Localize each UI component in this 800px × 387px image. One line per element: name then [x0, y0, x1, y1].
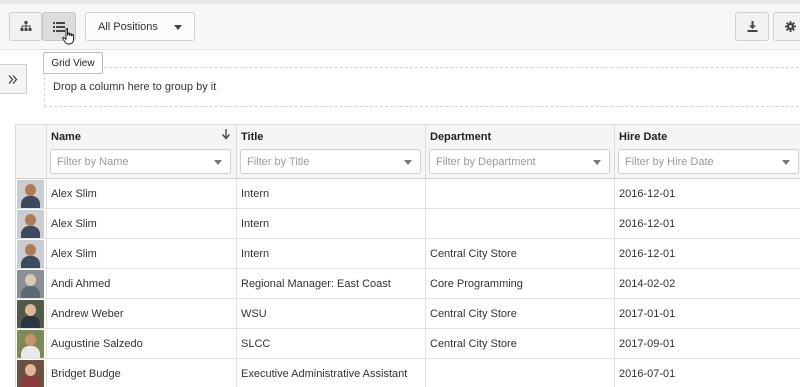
group-by-hint: Drop a column here to group by it	[53, 81, 217, 93]
caret-down-icon	[404, 160, 412, 165]
settings-button[interactable]	[773, 12, 800, 41]
cell-department: Central City Store	[425, 299, 614, 329]
column-header-name[interactable]: Name Filter by Name	[46, 125, 236, 179]
grid-view-tooltip: Grid View	[43, 52, 103, 74]
cell-title: Intern	[236, 179, 425, 209]
avatar-cell	[16, 209, 46, 239]
column-label-name: Name	[51, 131, 81, 143]
avatar	[17, 270, 44, 298]
cell-name: Alex Slim	[46, 179, 236, 209]
cell-name: Bridget Budge	[46, 359, 236, 387]
cell-hire-date: 2016-07-01	[614, 359, 800, 387]
avatar	[17, 210, 44, 238]
avatar	[17, 180, 44, 208]
expand-panel-button[interactable]	[0, 64, 27, 94]
filter-name-placeholder: Filter by Name	[57, 155, 129, 168]
cell-title: Intern	[236, 239, 425, 269]
avatar-cell	[16, 179, 46, 209]
cell-hire-date: 2017-01-01	[614, 299, 800, 329]
download-button[interactable]	[735, 12, 769, 41]
avatar	[17, 330, 44, 358]
org-chart-view-button[interactable]	[9, 12, 42, 41]
avatar-cell	[16, 269, 46, 299]
sort-descending-icon[interactable]	[222, 129, 230, 140]
cell-name: Augustine Salzedo	[46, 329, 236, 359]
table-row[interactable]: Augustine Salzedo SLCC Central City Store 2…	[16, 329, 800, 359]
cell-name: Alex Slim	[46, 239, 236, 269]
gear-icon	[784, 21, 796, 32]
filter-name-select[interactable]: Filter by Name	[50, 149, 231, 174]
column-header-title[interactable]: Title Filter by Title	[236, 125, 425, 179]
avatar-cell	[16, 299, 46, 329]
caret-down-icon	[782, 160, 790, 165]
cell-title: Executive Administrative Assistant	[236, 359, 425, 387]
table-row[interactable]: Alex Slim Intern Central City Store 2016-12…	[16, 239, 800, 269]
column-label-department: Department	[430, 131, 492, 143]
filter-department-select[interactable]: Filter by Department	[429, 149, 610, 174]
filter-hire-date-placeholder: Filter by Hire Date	[625, 155, 714, 168]
column-label-hire-date: Hire Date	[619, 131, 668, 143]
cell-department	[425, 179, 614, 209]
grid-body: Alex Slim Intern 2016-12-01 Alex Slim Intern…	[16, 179, 800, 387]
group-by-drop-zone[interactable]: Drop a column here to group by it	[44, 67, 800, 107]
table-row[interactable]: Alex Slim Intern 2016-12-01	[16, 179, 800, 209]
cell-title: SLCC	[236, 329, 425, 359]
filter-title-select[interactable]: Filter by Title	[240, 149, 421, 174]
double-chevron-right-icon	[8, 74, 18, 84]
positions-dropdown[interactable]: All Positions	[85, 12, 195, 41]
employee-grid: Name Filter by Name Title Filter by Titl…	[15, 124, 800, 387]
table-row[interactable]: Alex Slim Intern 2016-12-01	[16, 209, 800, 239]
cell-title: Intern	[236, 209, 425, 239]
cell-hire-date: 2016-12-01	[614, 179, 800, 209]
avatar	[17, 360, 44, 387]
avatar-cell	[16, 359, 46, 387]
caret-down-icon	[214, 160, 222, 165]
grid-header: Name Filter by Name Title Filter by Titl…	[16, 125, 800, 179]
sitemap-icon	[20, 21, 31, 31]
cell-title: WSU	[236, 299, 425, 329]
toolbar: All Positions	[0, 4, 800, 50]
avatar	[17, 240, 44, 268]
table-row[interactable]: Andrew Weber WSU Central City Store 2017-01…	[16, 299, 800, 329]
positions-dropdown-value: All Positions	[98, 20, 158, 33]
filter-hire-date-select[interactable]: Filter by Hire Date	[618, 149, 799, 174]
column-header-department[interactable]: Department Filter by Department	[425, 125, 614, 179]
filter-title-placeholder: Filter by Title	[247, 155, 310, 168]
column-label-title: Title	[241, 131, 264, 143]
cell-department: Central City Store	[425, 239, 614, 269]
cell-hire-date: 2014-02-02	[614, 269, 800, 299]
download-icon	[747, 21, 757, 32]
table-row[interactable]: Andi Ahmed Regional Manager: East Coast Co…	[16, 269, 800, 299]
cell-department	[425, 359, 614, 387]
cell-name: Andrew Weber	[46, 299, 236, 329]
cell-title: Regional Manager: East Coast	[236, 269, 425, 299]
table-row[interactable]: Bridget Budge Executive Administrative As…	[16, 359, 800, 387]
cell-name: Alex Slim	[46, 209, 236, 239]
cell-department	[425, 209, 614, 239]
avatar-cell	[16, 329, 46, 359]
avatar-column-header	[16, 125, 46, 179]
cell-name: Andi Ahmed	[46, 269, 236, 299]
cell-department: Core Programming	[425, 269, 614, 299]
caret-down-icon	[593, 160, 601, 165]
cell-hire-date: 2016-12-01	[614, 239, 800, 269]
hand-cursor-icon	[62, 28, 74, 45]
caret-down-icon	[174, 25, 182, 30]
cell-hire-date: 2017-09-01	[614, 329, 800, 359]
avatar	[17, 300, 44, 328]
cell-department: Central City Store	[425, 329, 614, 359]
column-header-hire-date[interactable]: Hire Date Filter by Hire Date	[614, 125, 800, 179]
cell-hire-date: 2016-12-01	[614, 209, 800, 239]
filter-department-placeholder: Filter by Department	[436, 155, 536, 168]
avatar-cell	[16, 239, 46, 269]
